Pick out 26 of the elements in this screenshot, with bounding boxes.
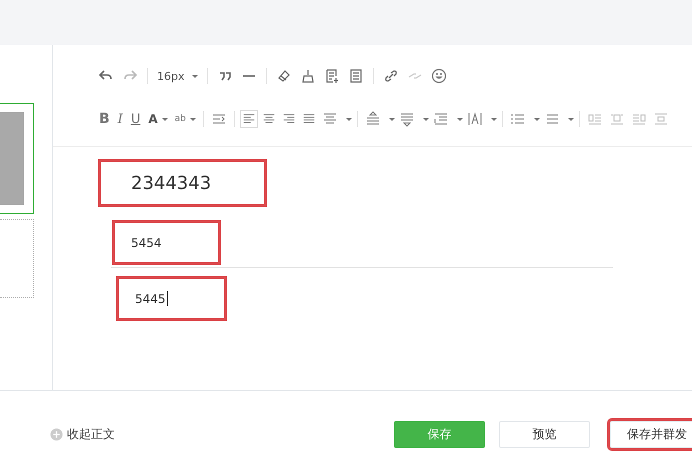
editor-text: 5445 [135,292,166,306]
line-height-icon[interactable] [432,111,449,127]
document-icon[interactable] [348,68,364,84]
collapse-link[interactable]: 收起正文 [50,426,115,442]
color-button[interactable]: A [145,112,171,126]
align-left-icon[interactable] [240,110,258,128]
brush-icon[interactable] [300,68,316,84]
underline-button[interactable]: U [128,112,144,126]
letter-spacing-icon[interactable] [466,111,483,127]
footer-button[interactable]: 预览 [499,420,590,448]
font-size-dropdown[interactable]: 16px [155,70,200,82]
link-icon[interactable] [382,68,398,84]
insert-document-icon[interactable] [324,68,340,84]
eraser-icon[interactable] [276,68,292,84]
spacing-after-icon[interactable] [398,111,415,127]
italic-button[interactable]: I [114,112,126,126]
editor-text: 5454 [131,236,162,250]
plus-circle-icon [50,428,63,440]
collapse-label: 收起正文 [67,426,115,442]
bold-button[interactable]: B [96,111,113,127]
emoji-icon[interactable] [430,68,446,84]
numbered-list-icon[interactable] [510,111,526,127]
article-slot[interactable] [0,103,34,214]
spacing-before-icon[interactable] [364,111,381,127]
highlight-button[interactable]: ab [172,114,198,124]
editor-text: 2344343 [131,172,212,194]
